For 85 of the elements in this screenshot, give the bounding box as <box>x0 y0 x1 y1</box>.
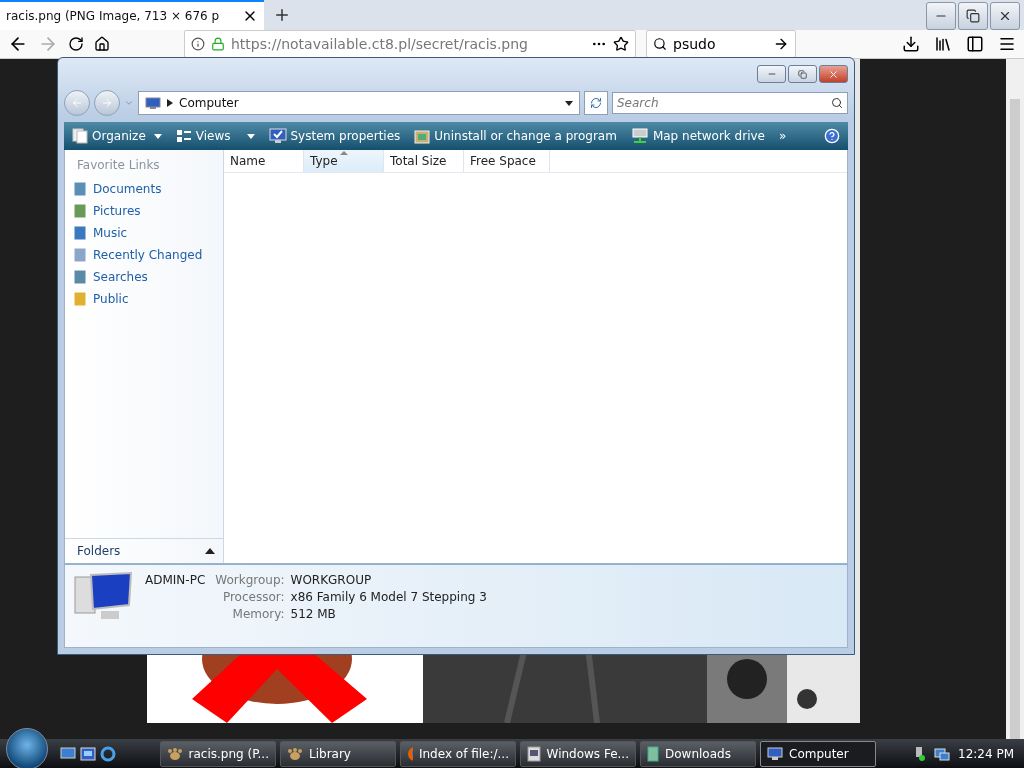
restore-icon <box>798 69 807 79</box>
computer-icon <box>767 747 783 761</box>
folder-icon <box>73 225 87 241</box>
sidebar-link[interactable]: Pictures <box>65 200 223 222</box>
taskbar-button[interactable]: Index of file:/... <box>400 741 516 767</box>
menu-icon[interactable] <box>998 35 1016 53</box>
toolbar-button[interactable]: Views <box>175 129 255 143</box>
folder-icon <box>73 247 87 263</box>
sidebar-link[interactable]: Public <box>65 288 223 310</box>
library-icon[interactable] <box>934 35 952 53</box>
forward-icon <box>101 97 113 109</box>
field-value: x86 Family 6 Model 7 Stepping 3 <box>290 590 487 604</box>
pages-icon <box>72 128 88 144</box>
folder-icon <box>73 269 87 285</box>
info-icon[interactable] <box>191 37 205 51</box>
restore-icon <box>966 9 980 23</box>
network-drive-icon <box>630 128 649 144</box>
toolbar-button[interactable]: Uninstall or change a program <box>414 128 617 144</box>
search-field[interactable]: Search <box>612 92 848 114</box>
url-field[interactable]: https://notavailable.ct8.pl/secret/racis.png <box>184 30 636 58</box>
field-label: Memory: <box>231 607 285 621</box>
lock-icon <box>211 37 225 51</box>
sidebar-link[interactable]: Documents <box>65 178 223 200</box>
computer-name: ADMIN-PC <box>145 572 206 587</box>
taskbar-button[interactable]: racis.png (P... <box>160 741 276 767</box>
taskbar-button[interactable]: Computer <box>760 741 876 767</box>
field-value: 512 MB <box>290 607 337 621</box>
taskbar-button[interactable]: Windows Fe... <box>520 741 636 767</box>
tab-title: racis.png (PNG Image, 713 × 676 p <box>6 9 221 23</box>
help-icon[interactable] <box>824 128 840 144</box>
minimize-button[interactable] <box>757 65 786 83</box>
dropdown-icon[interactable] <box>565 100 573 106</box>
sidebar-link[interactable]: Searches <box>65 266 223 288</box>
box-icon <box>414 128 431 144</box>
search-field[interactable]: psudo <box>646 30 796 58</box>
sidebar-icon[interactable] <box>966 35 984 53</box>
column-header[interactable]: Type <box>304 150 384 172</box>
list-view-icon <box>175 129 192 143</box>
folder-icon <box>647 746 659 762</box>
maximize-button[interactable] <box>788 65 817 83</box>
close-icon <box>998 9 1012 23</box>
taskbar-button[interactable]: Downloads <box>640 741 756 767</box>
restore-button[interactable] <box>958 2 988 30</box>
clock[interactable]: 12:24 PM <box>958 747 1014 761</box>
toolbar-button[interactable]: Map network drive <box>630 128 765 144</box>
folder-icon <box>73 203 87 219</box>
new-tab-icon[interactable] <box>273 6 291 24</box>
folders-toggle[interactable]: Folders <box>65 538 223 563</box>
collapse-icon <box>205 548 215 554</box>
folder-icon <box>73 181 87 197</box>
start-button[interactable] <box>6 728 48 768</box>
field-label: Workgroup: <box>215 573 285 587</box>
close-icon <box>828 68 839 80</box>
more-button[interactable]: » <box>778 129 787 143</box>
scrollbar[interactable] <box>1006 59 1024 739</box>
search-icon <box>653 37 667 51</box>
windows-icon[interactable] <box>80 747 96 761</box>
window-icon <box>527 746 541 762</box>
monitor-check-icon <box>268 128 287 144</box>
sidebar-link[interactable]: Music <box>65 222 223 244</box>
section-heading: Favorite Links <box>76 157 161 174</box>
toolbar-button[interactable]: Organize <box>72 128 162 144</box>
field-label: Processor: <box>221 590 285 604</box>
reload-icon[interactable] <box>68 36 84 52</box>
browser-tab[interactable]: racis.png (PNG Image, 713 × 676 p <box>0 0 264 30</box>
close-button[interactable] <box>819 65 848 83</box>
computer-icon <box>145 96 161 110</box>
download-icon[interactable] <box>902 35 920 53</box>
browser-icon[interactable] <box>100 746 116 762</box>
chevron-icon[interactable] <box>167 99 173 107</box>
toolbar-button[interactable]: System properties <box>268 128 401 144</box>
sidebar-link[interactable]: Recently Changed <box>65 244 223 266</box>
desktop-icon[interactable] <box>60 747 76 761</box>
taskbar-button[interactable]: Library <box>280 741 396 767</box>
folder-icon <box>73 291 87 307</box>
search-icon <box>831 97 843 109</box>
home-icon[interactable] <box>94 36 110 52</box>
refresh-icon[interactable] <box>590 97 602 109</box>
paw-icon <box>167 747 183 761</box>
network-icon[interactable] <box>934 746 950 762</box>
back-icon <box>71 97 83 109</box>
paw-icon <box>287 747 303 761</box>
star-icon[interactable] <box>613 36 629 52</box>
field-value: WORKGROUP <box>290 573 373 587</box>
address-bar[interactable]: Computer <box>138 91 580 115</box>
